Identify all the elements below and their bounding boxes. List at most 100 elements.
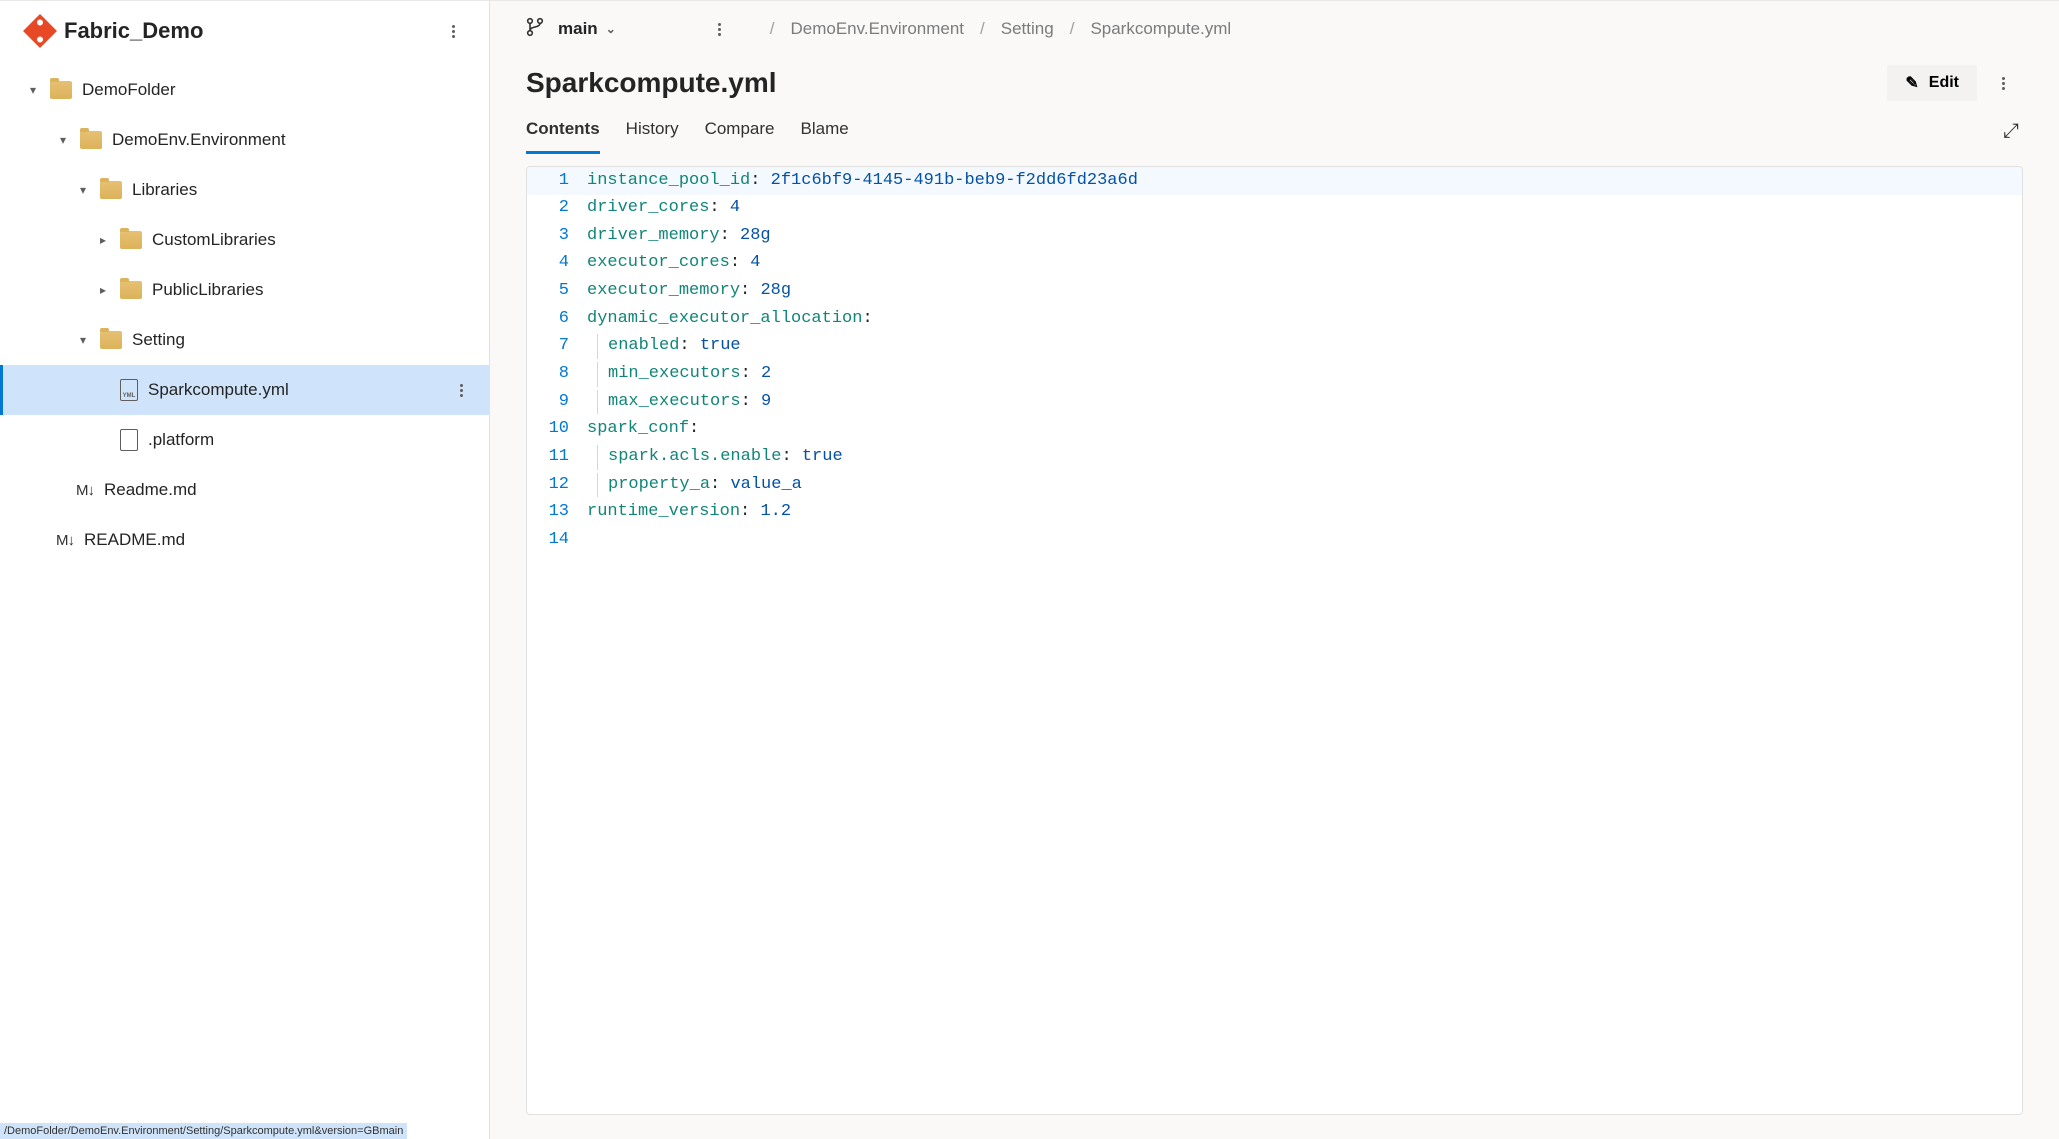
breadcrumb: / DemoEnv.Environment / Setting / Sparkc… [770, 19, 1231, 39]
line-number: 11 [527, 443, 583, 471]
code-content: property_a: value_a [583, 471, 2022, 499]
code-content: spark.acls.enable: true [583, 443, 2022, 471]
status-bar-url: /DemoFolder/DemoEnv.Environment/Setting/… [0, 1123, 407, 1139]
code-content: driver_memory: 28g [583, 222, 2022, 250]
tree-label: DemoFolder [82, 80, 176, 100]
yml-file-icon [120, 379, 138, 401]
branch-selector[interactable]: main ⌄ [558, 19, 616, 39]
repo-more-button[interactable] [437, 15, 469, 47]
chevron-down-icon: ▾ [56, 133, 70, 147]
kebab-icon [460, 384, 463, 397]
pencil-icon: ✎ [1905, 73, 1918, 93]
folder-icon [80, 131, 102, 149]
code-viewer[interactable]: 1instance_pool_id: 2f1c6bf9-4145-491b-be… [526, 166, 2023, 1115]
branch-icon [526, 17, 544, 42]
tree-file-sparkcompute[interactable]: Sparkcompute.yml [0, 365, 489, 415]
tree-folder-setting[interactable]: ▾ Setting [0, 315, 489, 365]
line-number: 8 [527, 360, 583, 388]
tab-compare[interactable]: Compare [705, 119, 775, 154]
line-number: 10 [527, 416, 583, 444]
chevron-down-icon: ⌄ [606, 22, 616, 36]
tree-file-readme-root[interactable]: README.md [0, 515, 489, 565]
chevron-right-icon: ▸ [96, 283, 110, 297]
file-title: Sparkcompute.yml [526, 67, 1887, 99]
tree-label: CustomLibraries [152, 230, 276, 250]
code-line[interactable]: 5executor_memory: 28g [527, 278, 2022, 306]
code-line[interactable]: 12property_a: value_a [527, 471, 2022, 499]
code-line[interactable]: 10spark_conf: [527, 416, 2022, 444]
file-explorer-sidebar: Fabric_Demo ▾ DemoFolder ▾ DemoEnv.Envir… [0, 0, 490, 1139]
file-icon [120, 429, 138, 451]
repo-header: Fabric_Demo [0, 1, 489, 61]
folder-icon [50, 81, 72, 99]
tree-folder-customlibraries[interactable]: ▸ CustomLibraries [0, 215, 489, 265]
folder-icon [100, 181, 122, 199]
tree-label: README.md [84, 530, 185, 550]
kebab-icon [718, 23, 721, 36]
code-line[interactable]: 4executor_cores: 4 [527, 250, 2022, 278]
tab-blame[interactable]: Blame [801, 119, 849, 154]
chevron-down-icon: ▾ [26, 83, 40, 97]
tree-folder-publiclibraries[interactable]: ▸ PublicLibraries [0, 265, 489, 315]
tree-label: Sparkcompute.yml [148, 380, 289, 400]
tree-folder-demoenv[interactable]: ▾ DemoEnv.Environment [0, 115, 489, 165]
tree-label: Readme.md [104, 480, 197, 500]
breadcrumb-demoenv[interactable]: DemoEnv.Environment [790, 19, 964, 39]
line-number: 3 [527, 222, 583, 250]
tree-folder-demofolder[interactable]: ▾ DemoFolder [0, 65, 489, 115]
code-content: spark_conf: [583, 416, 2022, 444]
line-number: 7 [527, 333, 583, 361]
tree-item-more-button[interactable] [445, 374, 477, 406]
line-number: 9 [527, 388, 583, 416]
branch-more-button[interactable] [704, 13, 736, 45]
chevron-down-icon: ▾ [76, 183, 90, 197]
file-more-button[interactable] [1987, 67, 2019, 99]
code-content: driver_cores: 4 [583, 195, 2022, 223]
line-number: 5 [527, 278, 583, 306]
chevron-right-icon: ▸ [96, 233, 110, 247]
edit-button[interactable]: ✎ Edit [1887, 65, 1977, 101]
line-number: 1 [527, 167, 583, 195]
git-repo-icon [23, 14, 57, 48]
tree-file-platform[interactable]: .platform [0, 415, 489, 465]
folder-icon [100, 331, 122, 349]
code-line[interactable]: 14 [527, 526, 2022, 554]
breadcrumb-separator: / [1070, 19, 1075, 39]
tree-folder-libraries[interactable]: ▾ Libraries [0, 165, 489, 215]
code-content: min_executors: 2 [583, 360, 2022, 388]
code-content: executor_memory: 28g [583, 278, 2022, 306]
code-line[interactable]: 3driver_memory: 28g [527, 222, 2022, 250]
line-number: 4 [527, 250, 583, 278]
markdown-icon [76, 482, 94, 499]
tree-file-readme-inner[interactable]: Readme.md [0, 465, 489, 515]
breadcrumb-setting[interactable]: Setting [1001, 19, 1054, 39]
tab-history[interactable]: History [626, 119, 679, 154]
repo-name[interactable]: Fabric_Demo [64, 18, 425, 44]
breadcrumb-separator: / [770, 19, 775, 39]
edit-label: Edit [1929, 74, 1959, 92]
file-tree: ▾ DemoFolder ▾ DemoEnv.Environment ▾ Lib… [0, 61, 489, 1139]
code-line[interactable]: 7enabled: true [527, 333, 2022, 361]
main-content: main ⌄ / DemoEnv.Environment / Setting /… [490, 0, 2059, 1139]
code-line[interactable]: 11spark.acls.enable: true [527, 443, 2022, 471]
line-number: 12 [527, 471, 583, 499]
topbar: main ⌄ / DemoEnv.Environment / Setting /… [490, 1, 2059, 57]
code-line[interactable]: 1instance_pool_id: 2f1c6bf9-4145-491b-be… [527, 167, 2022, 195]
code-line[interactable]: 8min_executors: 2 [527, 360, 2022, 388]
folder-icon [120, 231, 142, 249]
code-line[interactable]: 6dynamic_executor_allocation: [527, 305, 2022, 333]
code-line[interactable]: 13runtime_version: 1.2 [527, 499, 2022, 527]
markdown-icon [56, 532, 74, 549]
file-tabs: Contents History Compare Blame ⤢ [490, 101, 2059, 154]
kebab-icon [2002, 77, 2005, 90]
code-content [583, 526, 2022, 554]
code-content: max_executors: 9 [583, 388, 2022, 416]
code-line[interactable]: 9max_executors: 9 [527, 388, 2022, 416]
breadcrumb-separator: / [980, 19, 985, 39]
tab-contents[interactable]: Contents [526, 119, 600, 154]
code-line[interactable]: 2driver_cores: 4 [527, 195, 2022, 223]
code-content: executor_cores: 4 [583, 250, 2022, 278]
chevron-down-icon: ▾ [76, 333, 90, 347]
fullscreen-button[interactable]: ⤢ [2003, 120, 2019, 153]
tree-label: Libraries [132, 180, 197, 200]
